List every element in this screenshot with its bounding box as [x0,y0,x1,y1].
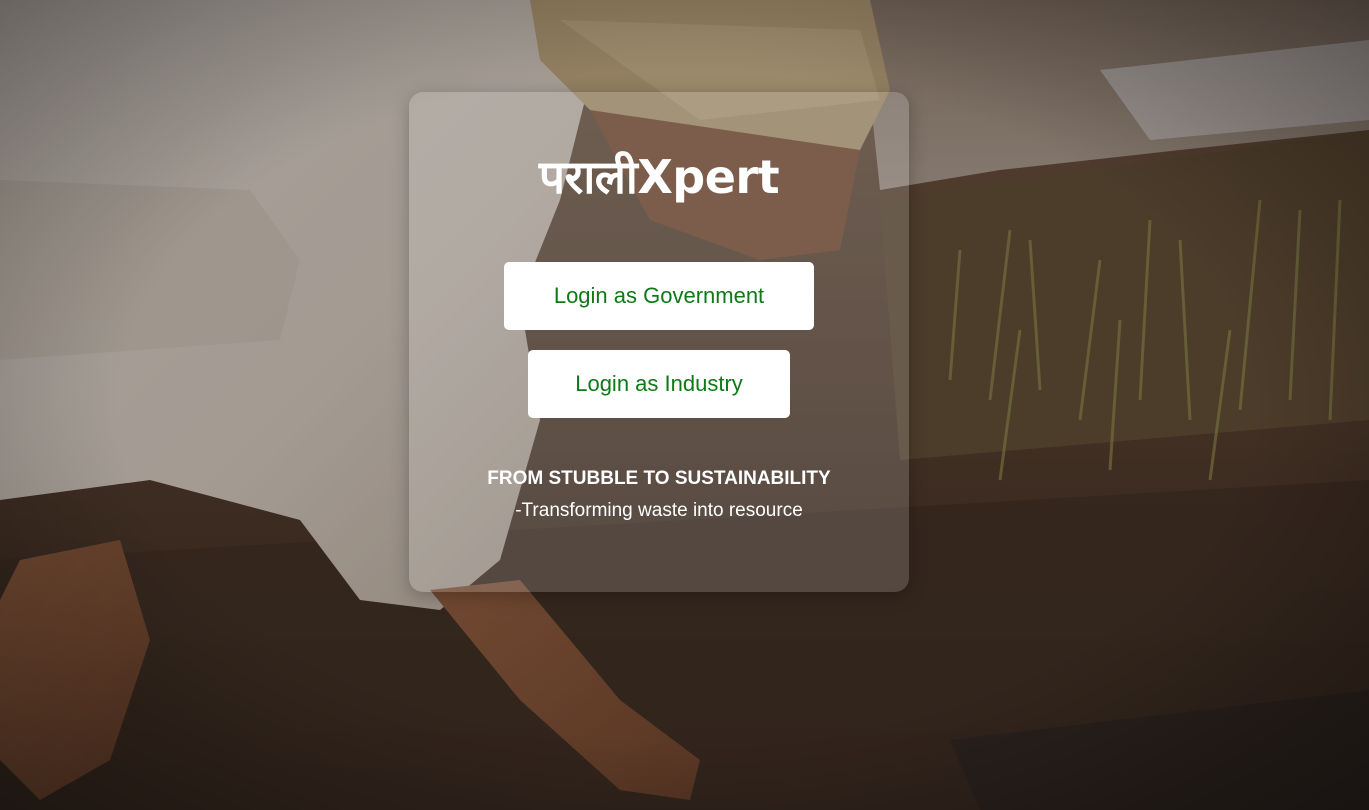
brand-logo: परालीXpert [409,142,909,212]
brand-title: पराली [538,150,638,204]
login-government-button[interactable]: Login as Government [504,262,814,330]
tagline-subline: -Transforming waste into resource [515,500,803,521]
brand-title-suffix: Xpert [637,150,780,204]
login-card: परालीXpert Login as Government Login as … [409,92,909,592]
login-industry-button[interactable]: Login as Industry [528,350,790,418]
tagline-headline: FROM STUBBLE TO SUSTAINABILITY [487,468,831,489]
